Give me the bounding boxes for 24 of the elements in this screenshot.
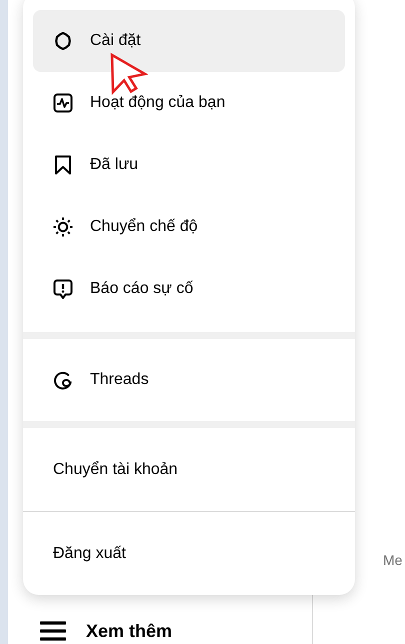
menu-item-label: Hoạt động của bạn — [90, 94, 226, 112]
menu-item-label: Cài đặt — [90, 32, 141, 50]
menu-item[interactable]: Hoạt động của bạn — [33, 72, 345, 134]
menu-item[interactable]: Đã lưu — [33, 134, 345, 196]
menu-item[interactable]: Chuyển chế độ — [33, 196, 345, 258]
more-label[interactable]: Xem thêm — [86, 620, 172, 642]
menu-item-label: Threads — [90, 371, 149, 389]
menu-item[interactable]: Chuyển tài khoản — [23, 428, 355, 511]
sun-icon — [53, 217, 73, 237]
menu-item-label: Đã lưu — [90, 156, 138, 174]
bookmark-icon — [54, 155, 72, 175]
menu-item[interactable]: Báo cáo sự cố — [33, 258, 345, 320]
menu-icon — [40, 620, 66, 642]
pointer-arrow — [108, 51, 148, 95]
menu-item[interactable]: Threads — [33, 349, 345, 411]
activity-icon — [53, 93, 73, 113]
menu-item[interactable]: Đăng xuất — [23, 512, 355, 595]
menu-item-label: Báo cáo sự cố — [90, 280, 194, 298]
main-text: Me — [383, 552, 402, 568]
menu-item-label: Chuyển chế độ — [90, 218, 198, 236]
threads-icon — [53, 370, 73, 390]
settings-icon — [53, 31, 73, 51]
report-icon — [53, 278, 73, 300]
menu-item[interactable]: Cài đặt — [33, 10, 345, 72]
